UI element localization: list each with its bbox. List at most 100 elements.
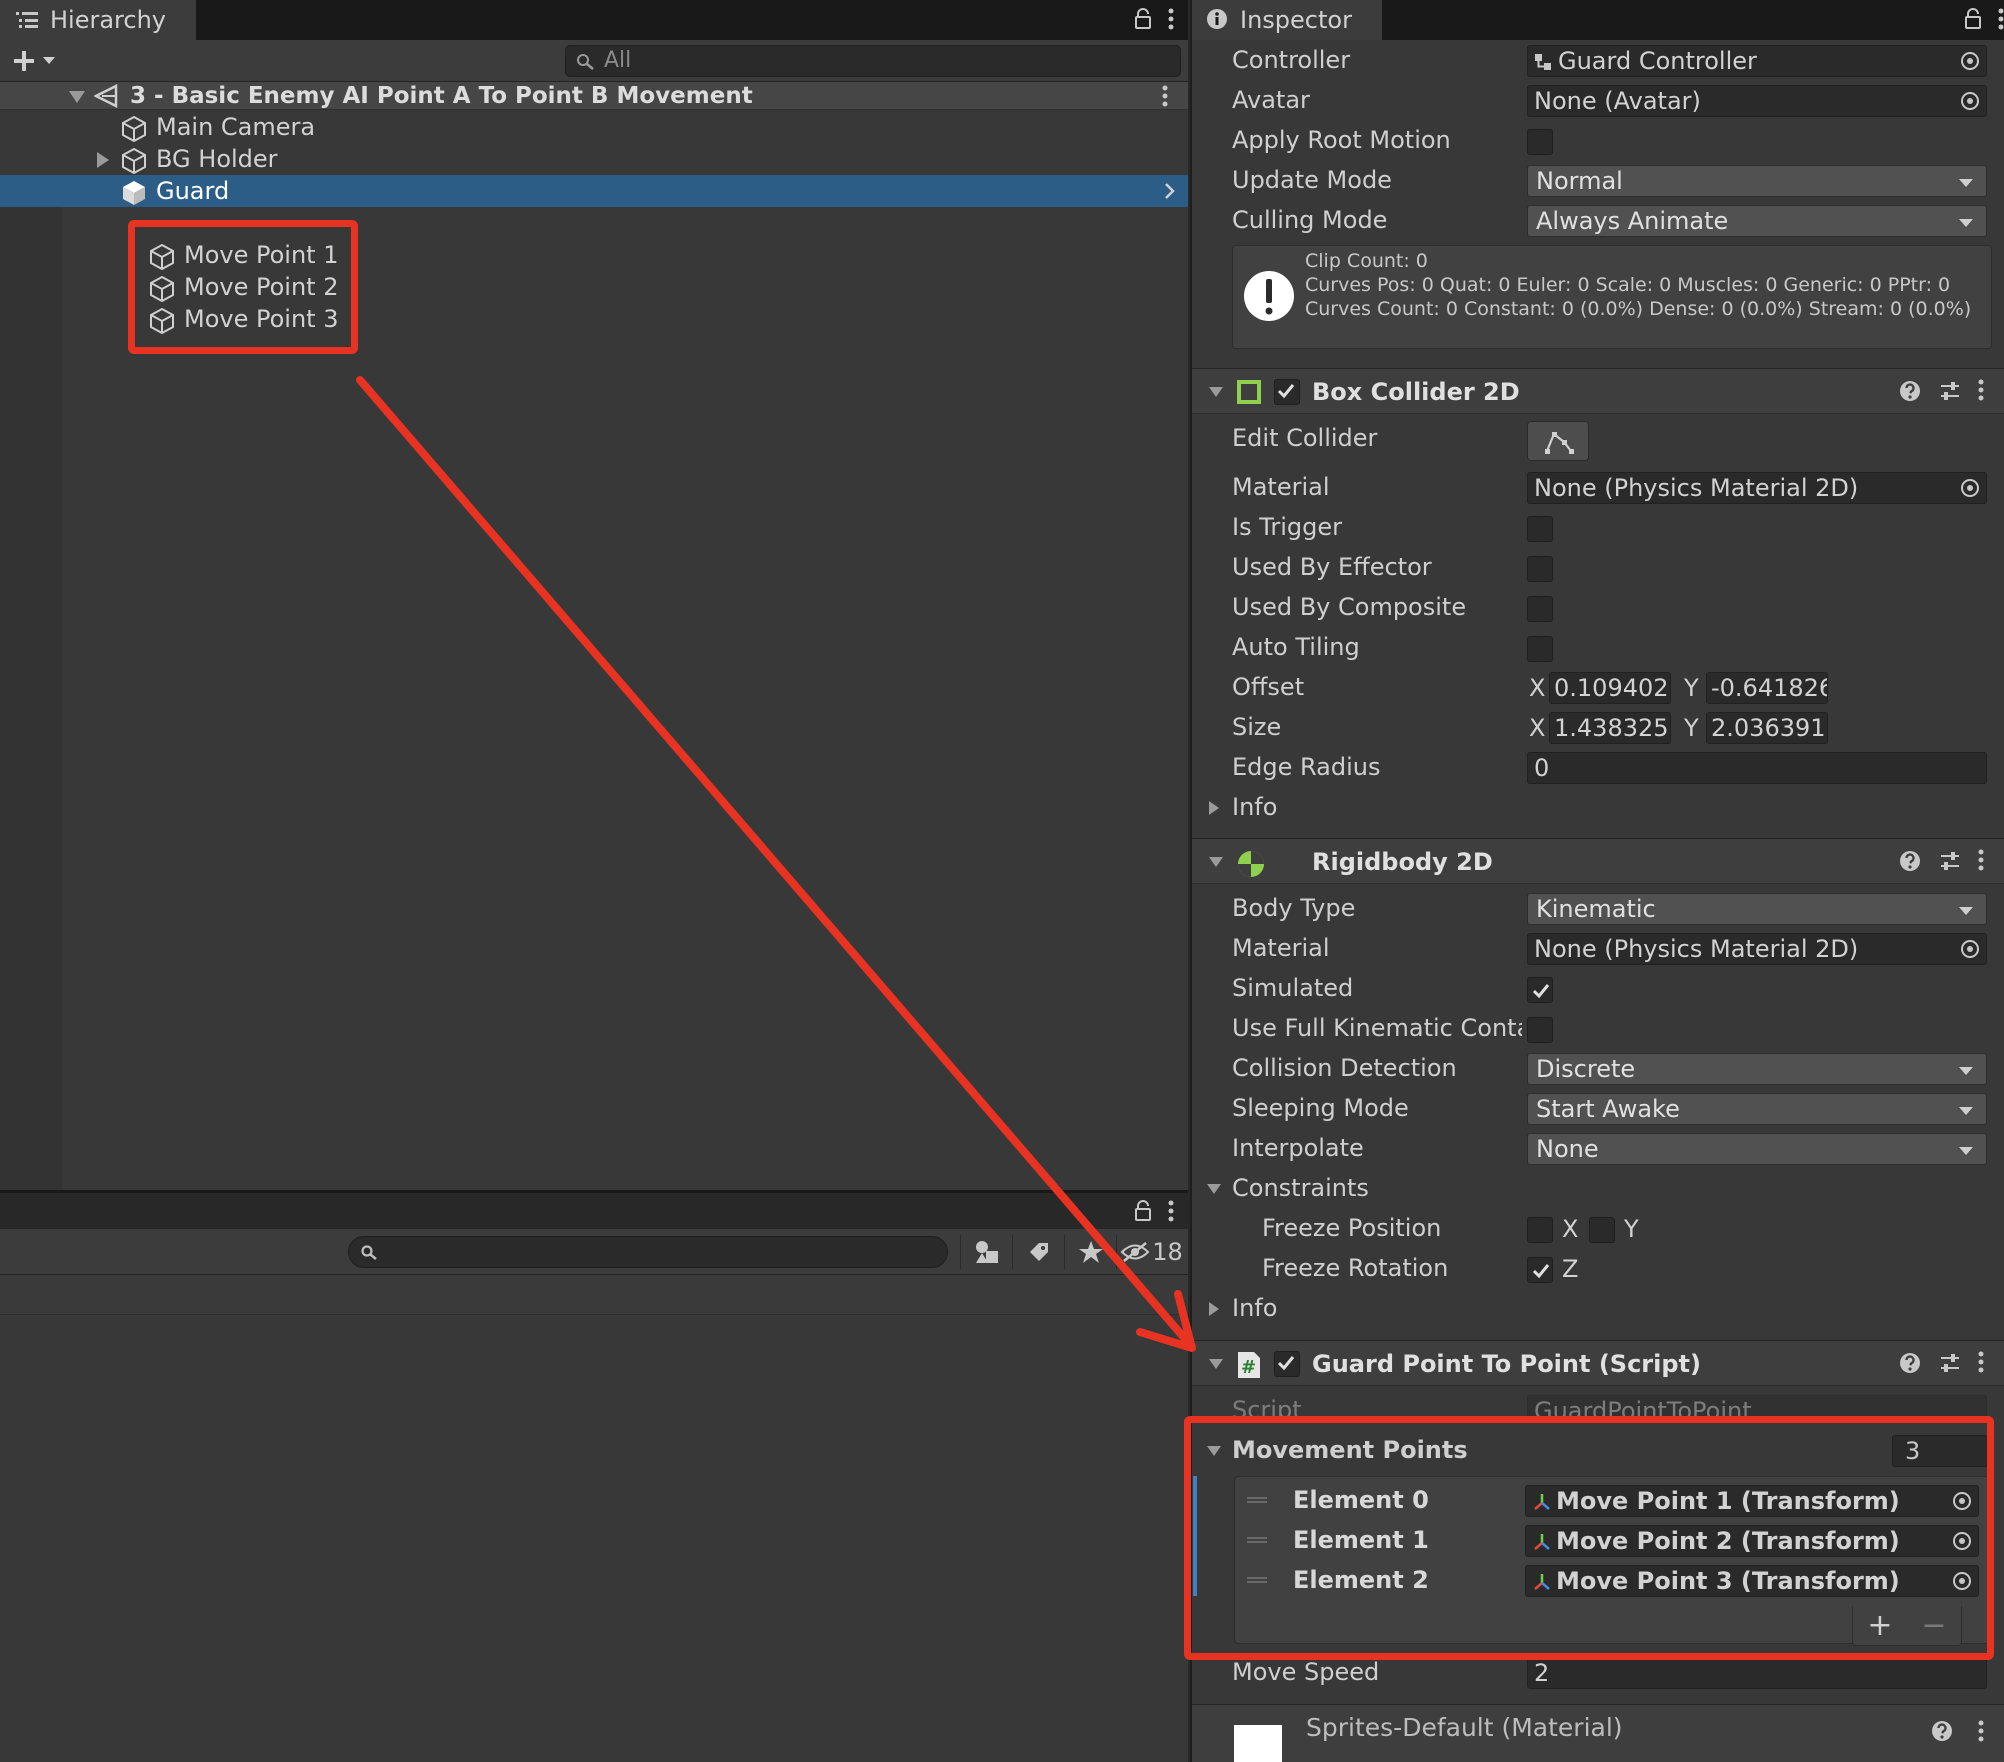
inspector-tab-controls (1964, 8, 2004, 30)
filter-by-label-icon[interactable] (1012, 1235, 1064, 1269)
foldout-expanded-icon[interactable] (94, 217, 112, 231)
chevron-right-icon[interactable] (1164, 182, 1176, 200)
object-picker-icon[interactable] (1960, 939, 1980, 959)
foldout-expanded-icon[interactable] (1208, 856, 1224, 868)
info-label: Info (1232, 1294, 1278, 1322)
kebab-menu-icon[interactable] (1168, 1200, 1174, 1222)
rb-info-foldout-row[interactable]: Info (1192, 1288, 1992, 1328)
kebab-menu-icon[interactable] (1978, 1351, 1984, 1375)
kebab-menu-icon[interactable] (1978, 1720, 1984, 1742)
object-picker-icon[interactable] (1960, 91, 1980, 111)
project-tab-controls (1134, 1200, 1174, 1222)
update-mode-row: Update Mode Normal (1192, 160, 1992, 200)
interpolate-dropdown[interactable]: None (1527, 1133, 1987, 1165)
foldout-expanded-icon[interactable] (1206, 1183, 1222, 1195)
culling-mode-dropdown[interactable]: Always Animate (1527, 205, 1987, 237)
hidden-packages-toggle[interactable]: 18 (1116, 1235, 1186, 1269)
annotation-box-movement-points-list (1184, 1416, 1994, 1660)
freeze-rotation-z-label: Z (1562, 1255, 1579, 1283)
help-icon[interactable] (1898, 849, 1922, 873)
kebab-menu-icon[interactable] (1978, 379, 1984, 403)
animator-controller-icon (1534, 53, 1552, 71)
lock-icon[interactable] (1964, 8, 1982, 30)
freeze-rotation-z-checkbox[interactable] (1527, 1257, 1553, 1283)
edge-radius-field[interactable]: 0 (1527, 752, 1987, 784)
foldout-collapsed-icon[interactable] (96, 151, 110, 169)
box-collider-2d-header[interactable]: Box Collider 2D (1192, 368, 2004, 414)
presets-sliders-icon[interactable] (1938, 1351, 1962, 1375)
help-icon[interactable] (1898, 379, 1922, 403)
size-y-field[interactable]: 2.036391 (1706, 712, 1828, 744)
object-picker-icon[interactable] (1960, 478, 1980, 498)
guard-script-enabled-checkbox[interactable] (1274, 1351, 1300, 1377)
kebab-menu-icon[interactable] (1168, 8, 1174, 30)
favorite-star-icon[interactable] (1064, 1235, 1116, 1269)
full-kinematic-checkbox[interactable] (1527, 1017, 1553, 1043)
foldout-collapsed-icon[interactable] (1208, 800, 1220, 816)
lock-icon[interactable] (1134, 1200, 1152, 1222)
guard-script-header[interactable]: # Guard Point To Point (Script) (1192, 1340, 2004, 1386)
culling-mode-row: Culling Mode Always Animate (1192, 200, 1992, 240)
auto-tiling-checkbox[interactable] (1527, 636, 1553, 662)
offset-label: Offset (1232, 673, 1305, 701)
create-dropdown-button[interactable] (12, 46, 64, 76)
chevron-down-icon (1958, 906, 1974, 916)
inspector-tab[interactable]: Inspector (1192, 0, 1382, 40)
foldout-expanded-icon[interactable] (1208, 386, 1224, 398)
kebab-menu-icon[interactable] (1998, 8, 2004, 30)
simulated-row: Simulated (1192, 968, 1992, 1008)
project-search-input[interactable] (348, 1236, 948, 1268)
freeze-position-x-checkbox[interactable] (1527, 1217, 1553, 1243)
foldout-expanded-icon[interactable] (1208, 1358, 1224, 1370)
apply-root-motion-label: Apply Root Motion (1232, 126, 1451, 154)
auto-tiling-row: Auto Tiling (1192, 627, 1992, 667)
update-mode-dropdown[interactable]: Normal (1527, 165, 1987, 197)
collision-detection-dropdown[interactable]: Discrete (1527, 1053, 1987, 1085)
freeze-position-y-checkbox[interactable] (1589, 1217, 1615, 1243)
hierarchy-search-input[interactable]: All (565, 45, 1181, 77)
avatar-field[interactable]: None (Avatar) (1527, 85, 1987, 117)
chevron-down-icon (1958, 218, 1974, 228)
used-by-effector-checkbox[interactable] (1527, 556, 1553, 582)
scene-row[interactable]: 3 - Basic Enemy AI Point A To Point B Mo… (0, 82, 1188, 110)
size-x-field[interactable]: 1.438325 (1549, 712, 1671, 744)
is-trigger-checkbox[interactable] (1527, 516, 1553, 542)
used-by-composite-checkbox[interactable] (1527, 596, 1553, 622)
help-icon[interactable] (1930, 1719, 1954, 1743)
lock-icon[interactable] (1134, 8, 1152, 30)
freeze-position-x-label: X (1562, 1215, 1579, 1243)
body-type-dropdown[interactable]: Kinematic (1527, 893, 1987, 925)
material-name: Sprites-Default (Material) (1306, 1713, 1623, 1742)
filter-by-type-icon[interactable] (960, 1235, 1012, 1269)
offset-y-field[interactable]: -0.641826 (1706, 672, 1828, 704)
foldout-expanded-icon[interactable] (68, 90, 86, 104)
kebab-menu-icon[interactable] (1978, 849, 1984, 873)
rigidbody-2d-header[interactable]: Rigidbody 2D (1192, 838, 2004, 884)
foldout-collapsed-icon[interactable] (1208, 1301, 1220, 1317)
edit-collider-button[interactable] (1527, 421, 1589, 461)
component-controls (1898, 379, 1984, 403)
hierarchy-tab[interactable]: Hierarchy (0, 0, 197, 40)
hierarchy-toolbar: All (0, 40, 1188, 82)
presets-sliders-icon[interactable] (1938, 849, 1962, 873)
animator-info-box: Clip Count: 0 Curves Pos: 0 Quat: 0 Eule… (1232, 245, 1992, 349)
edit-collider-label: Edit Collider (1232, 424, 1378, 452)
move-speed-field[interactable]: 2 (1527, 1657, 1987, 1689)
info-label: Info (1232, 793, 1278, 821)
help-icon[interactable] (1898, 1351, 1922, 1375)
simulated-checkbox[interactable] (1527, 977, 1553, 1003)
box-collider-enabled-checkbox[interactable] (1274, 379, 1300, 405)
hierarchy-item-label: Guard (156, 177, 230, 205)
sleeping-mode-dropdown[interactable]: Start Awake (1527, 1093, 1987, 1125)
rb-material-field[interactable]: None (Physics Material 2D) (1527, 933, 1987, 965)
object-picker-icon[interactable] (1960, 51, 1980, 71)
scene-kebab-icon[interactable] (1162, 85, 1168, 107)
apply-root-motion-checkbox[interactable] (1527, 129, 1553, 155)
box-info-foldout-row[interactable]: Info (1192, 787, 1992, 827)
box-material-field[interactable]: None (Physics Material 2D) (1527, 472, 1987, 504)
presets-sliders-icon[interactable] (1938, 379, 1962, 403)
constraints-foldout-row[interactable]: Constraints (1192, 1168, 1992, 1208)
offset-x-field[interactable]: 0.109402 (1549, 672, 1671, 704)
controller-field[interactable]: Guard Controller (1527, 45, 1987, 77)
material-preview-row[interactable]: Sprites-Default (Material) (1192, 1704, 2004, 1762)
